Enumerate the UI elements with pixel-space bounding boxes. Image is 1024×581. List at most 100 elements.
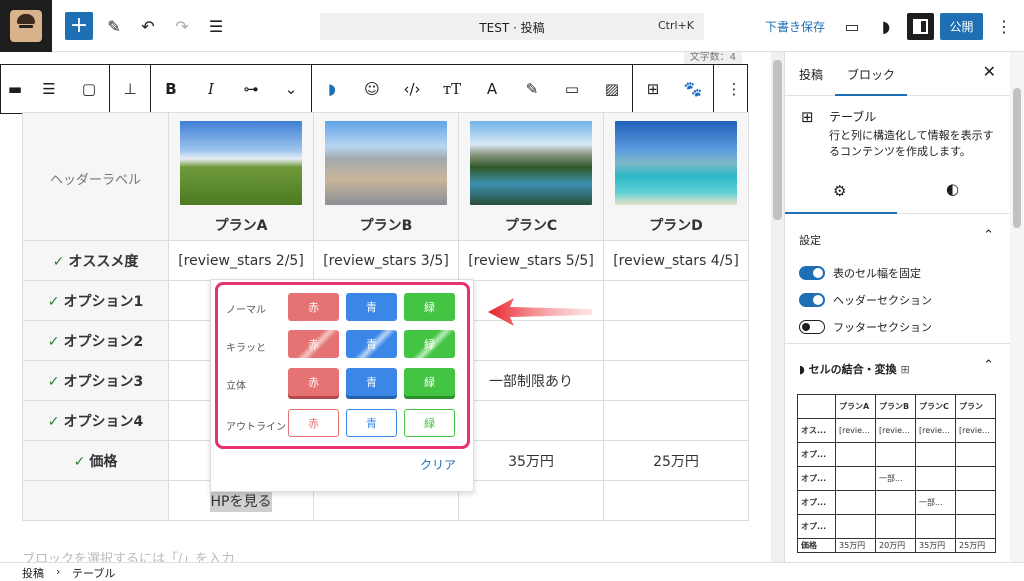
align-left-icon[interactable]: ☰: [29, 65, 69, 113]
italic-icon[interactable]: I: [191, 65, 231, 113]
mini-cell[interactable]: [915, 442, 956, 467]
mini-cell[interactable]: [915, 466, 956, 491]
settings-sidebar-icon[interactable]: [907, 13, 934, 40]
mini-cell[interactable]: オプ...: [797, 466, 836, 491]
mini-cell[interactable]: プランA: [835, 394, 876, 419]
table-cell[interactable]: [458, 400, 604, 441]
save-draft-button[interactable]: 下書き保存: [765, 18, 825, 35]
table-edit-icon[interactable]: ⊥: [110, 65, 150, 113]
clear-button[interactable]: クリア: [420, 456, 456, 473]
breadcrumb-table[interactable]: テーブル: [72, 565, 115, 581]
emoji-icon[interactable]: ☺: [352, 65, 392, 113]
row-header-cell[interactable]: ✓ オプション1: [22, 280, 169, 321]
row-header-cell[interactable]: ✓ オススメ度: [22, 240, 169, 281]
table-cell[interactable]: [review_stars 5/5]: [458, 240, 604, 281]
chevron-up-icon[interactable]: ⌃: [983, 228, 994, 243]
gear-icon[interactable]: ⚙: [833, 182, 846, 200]
table-cell[interactable]: [603, 320, 749, 361]
link-icon[interactable]: ⊶: [231, 65, 271, 113]
mini-cell[interactable]: プラン: [955, 394, 996, 419]
shiny-red-button[interactable]: 赤: [288, 330, 339, 358]
scroll-thumb[interactable]: [1013, 88, 1021, 228]
sidebar-scrollbar[interactable]: [1010, 52, 1024, 562]
mini-cell[interactable]: [revie...: [875, 418, 916, 443]
mini-cell[interactable]: [955, 442, 996, 467]
table-icon[interactable]: ⊞: [633, 65, 673, 113]
mini-cell[interactable]: [835, 514, 876, 539]
chevron-down-icon[interactable]: ⌄: [271, 65, 311, 113]
mini-cell[interactable]: [835, 466, 876, 491]
plan-header-cell[interactable]: プランD: [603, 112, 749, 241]
font-size-icon[interactable]: ᴛT: [432, 65, 472, 113]
tab-block[interactable]: ブロック: [834, 66, 908, 96]
highlighter-icon[interactable]: ✎: [512, 65, 552, 113]
raised-red-button[interactable]: 赤: [288, 368, 339, 396]
mini-cell[interactable]: オプ...: [797, 490, 836, 515]
bold-icon[interactable]: B: [151, 65, 191, 113]
plugin-leaf-icon[interactable]: ◗: [872, 12, 900, 40]
fixed-width-toggle[interactable]: [799, 266, 825, 280]
publish-button[interactable]: 公開: [940, 13, 983, 40]
mini-cell[interactable]: [955, 514, 996, 539]
mini-cell[interactable]: 35万円: [835, 538, 876, 553]
row-header-cell[interactable]: ✓ オプション4: [22, 400, 169, 441]
list-view-icon[interactable]: ☰: [202, 12, 230, 40]
tab-post[interactable]: 投稿: [799, 66, 823, 83]
mini-cell[interactable]: [875, 442, 916, 467]
mini-cell[interactable]: 35万円: [915, 538, 956, 553]
command-palette[interactable]: TEST · 投稿 Ctrl+K: [320, 13, 704, 40]
shiny-blue-button[interactable]: 青: [346, 330, 397, 358]
plan-header-cell[interactable]: プランB: [313, 112, 459, 241]
table-cell[interactable]: [603, 280, 749, 321]
background-pattern-icon[interactable]: ▨: [592, 65, 632, 113]
chevron-up-icon[interactable]: ⌃: [983, 358, 994, 373]
table-cell[interactable]: [458, 480, 604, 521]
outline-red-button[interactable]: 赤: [288, 409, 339, 437]
site-logo[interactable]: [0, 0, 52, 52]
pencil-icon[interactable]: ✎: [100, 12, 128, 40]
align-full-icon[interactable]: ▬: [1, 65, 29, 113]
table-cell[interactable]: 一部制限あり: [458, 360, 604, 401]
mini-cell[interactable]: [875, 514, 916, 539]
scroll-thumb[interactable]: [773, 60, 782, 220]
preview-icon[interactable]: ▭: [838, 12, 866, 40]
mini-cell[interactable]: 20万円: [875, 538, 916, 553]
text-color-icon[interactable]: A: [472, 65, 512, 113]
more-vertical-icon[interactable]: ⋮: [714, 65, 754, 113]
mini-cell[interactable]: [revie...: [835, 418, 876, 443]
mini-cell[interactable]: [955, 466, 996, 491]
header-label-cell[interactable]: ヘッダーラベル: [22, 112, 169, 241]
table-cell[interactable]: [603, 400, 749, 441]
styles-contrast-icon[interactable]: ◐: [946, 180, 959, 198]
mini-cell[interactable]: 一部...: [915, 490, 956, 515]
mini-cell[interactable]: 25万円: [955, 538, 996, 553]
table-cell[interactable]: 35万円: [458, 440, 604, 481]
table-cell[interactable]: [review_stars 4/5]: [603, 240, 749, 281]
normal-red-button[interactable]: 赤: [288, 293, 339, 321]
footer-section-toggle[interactable]: [799, 320, 825, 334]
shiny-green-button[interactable]: 緑: [404, 330, 455, 358]
table-cell[interactable]: [603, 480, 749, 521]
row-header-cell[interactable]: [22, 480, 169, 521]
mini-cell[interactable]: [875, 490, 916, 515]
paw-icon[interactable]: 🐾: [673, 65, 713, 113]
caption-icon[interactable]: ▢: [69, 65, 109, 113]
table-cell[interactable]: [review_stars 3/5]: [313, 240, 459, 281]
breadcrumb-post[interactable]: 投稿: [22, 565, 44, 581]
add-block-button[interactable]: +: [65, 12, 93, 40]
mini-cell[interactable]: [revie...: [955, 418, 996, 443]
mini-cell[interactable]: [revie...: [915, 418, 956, 443]
hp-link-text[interactable]: HPを見る: [209, 491, 273, 512]
undo-icon[interactable]: ↶: [134, 12, 162, 40]
mini-cell[interactable]: オス...: [797, 418, 836, 443]
mini-cell[interactable]: [797, 394, 836, 419]
mini-cell[interactable]: プランB: [875, 394, 916, 419]
normal-blue-button[interactable]: 青: [346, 293, 397, 321]
row-header-cell[interactable]: ✓ オプション2: [22, 320, 169, 361]
mini-cell[interactable]: [835, 490, 876, 515]
redo-icon[interactable]: ↷: [168, 12, 196, 40]
plan-header-cell[interactable]: プランA: [168, 112, 314, 241]
outline-green-button[interactable]: 緑: [404, 409, 455, 437]
mini-cell[interactable]: 一部...: [875, 466, 916, 491]
table-cell[interactable]: [review_stars 2/5]: [168, 240, 314, 281]
